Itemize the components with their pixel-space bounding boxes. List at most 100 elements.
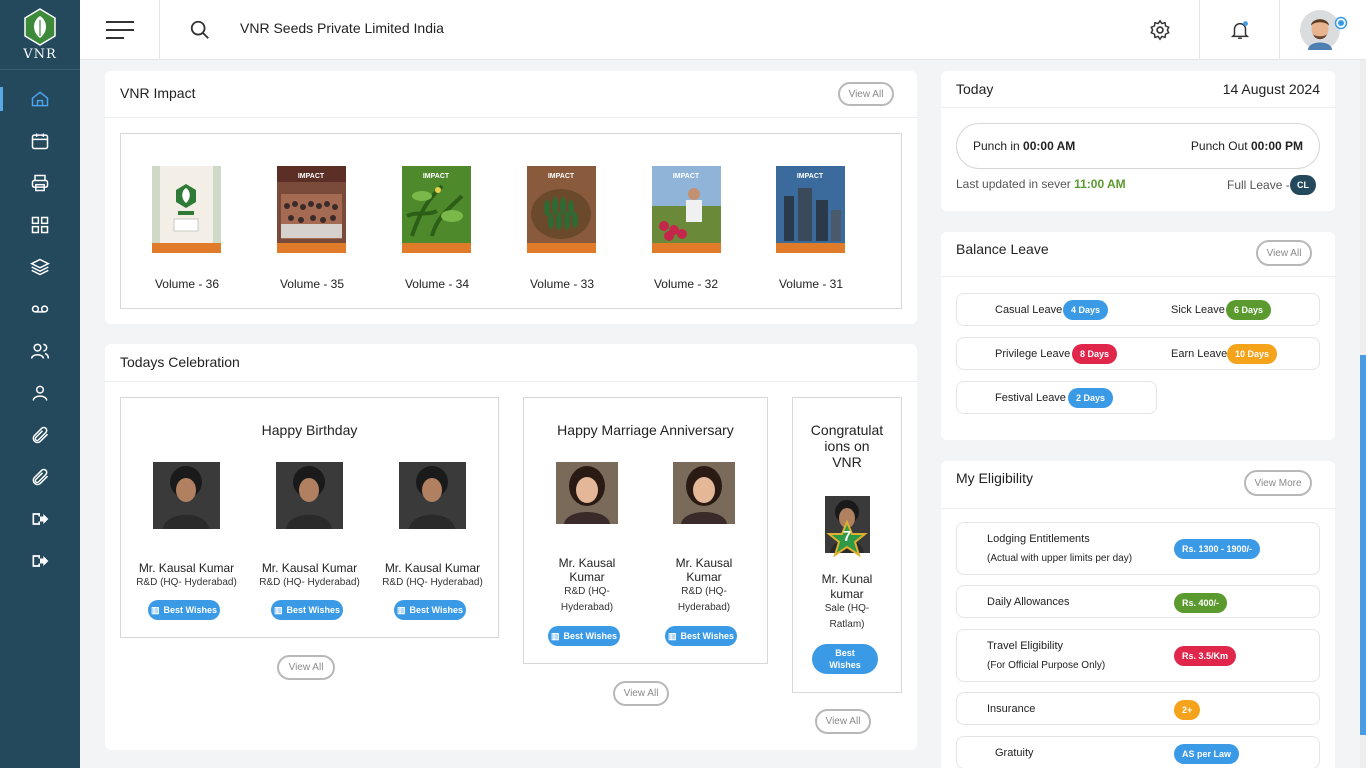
divider <box>105 117 917 118</box>
divider <box>941 107 1335 108</box>
vnr-logo[interactable]: VNR <box>0 0 80 70</box>
today-card: Today 14 August 2024 Punch in 00:00 AM P… <box>941 71 1335 211</box>
button-label: Best Wishes <box>409 605 463 615</box>
search-button[interactable] <box>180 15 220 45</box>
nav-grid[interactable] <box>0 204 80 246</box>
nav-documents[interactable] <box>0 456 80 498</box>
birthday-box: Happy Birthday Mr. Kausal Kumar Mr. Kaus… <box>120 397 499 638</box>
eligibility-view-more-button[interactable]: View More <box>1244 470 1312 496</box>
best-wishes-button[interactable]: ▥ Best Wishes <box>548 626 620 646</box>
settings-button[interactable] <box>1120 0 1200 60</box>
best-wishes-button[interactable]: Best Wishes <box>812 644 878 674</box>
leave-badge: 6 Days <box>1226 300 1272 320</box>
magazine-cover[interactable] <box>152 166 221 253</box>
person-name: Kumar <box>686 570 722 584</box>
eligibility-badge: 2+ <box>1174 700 1201 720</box>
svg-text:IMPACT: IMPACT <box>673 173 700 180</box>
leave-label: Sick Leave <box>1171 304 1225 316</box>
eligibility-label: Gratuity <box>995 747 1034 759</box>
last-updated-label: Last updated in sever <box>956 177 1071 191</box>
person-photo <box>673 462 735 524</box>
nav-users[interactable] <box>0 330 80 372</box>
magazine-cover[interactable]: IMPACT <box>652 166 721 253</box>
nav-profile[interactable] <box>0 372 80 414</box>
paperclip-icon <box>32 468 49 486</box>
page-scrollbar[interactable] <box>1360 60 1366 768</box>
logout-icon <box>32 513 49 525</box>
magazine-cover[interactable]: IMPACT <box>277 166 346 253</box>
congrats-view-all-button[interactable]: View All <box>815 709 871 734</box>
anniversary-box: Happy Marriage Anniversary Mr. Kausal Ku… <box>523 397 768 664</box>
punch-in: Punch in 00:00 AM <box>973 139 1075 153</box>
printer-icon <box>31 174 49 192</box>
voicemail-icon <box>31 305 49 313</box>
person-department: Ratlam) <box>829 619 865 630</box>
magazine-cover[interactable]: IMPACT <box>527 166 596 253</box>
svg-text:IMPACT: IMPACT <box>797 173 824 180</box>
volume-label: Volume - 36 <box>154 277 220 291</box>
user-avatar[interactable] <box>1300 10 1348 50</box>
birthday-view-all-button[interactable]: View All <box>277 655 335 680</box>
person-department: R&D (HQ- Hyderabad) <box>382 577 483 588</box>
nav-layers[interactable] <box>0 246 80 288</box>
punch-out-label: Punch Out <box>1190 139 1248 153</box>
eligibility-row: Daily Allowances Rs. 400/- <box>956 585 1320 618</box>
magazine-cover[interactable]: IMPACT <box>776 166 845 253</box>
eligibility-label: Lodging Entitlements <box>987 533 1090 545</box>
punch-out-time: 00:00 PM <box>1250 139 1303 153</box>
gift-icon: ▥ <box>151 604 160 615</box>
menu-toggle-button[interactable] <box>80 0 160 60</box>
divider <box>941 276 1335 277</box>
person-photo <box>153 462 220 529</box>
nav-print[interactable] <box>0 162 80 204</box>
cover-art: IMPACT <box>527 166 596 253</box>
section-heading: Happy Marriage Anniversary <box>557 422 734 438</box>
eligibility-sub: (For Official Purpose Only) <box>987 660 1106 671</box>
leave-status-badge: CL <box>1290 175 1316 195</box>
best-wishes-button[interactable]: ▥ Best Wishes <box>148 600 220 620</box>
nav-attachments[interactable] <box>0 414 80 456</box>
balance-view-all-button[interactable]: View All <box>1256 240 1312 266</box>
nav-voicemail[interactable] <box>0 288 80 330</box>
volume-label: Volume - 32 <box>653 277 719 291</box>
gift-icon: ▥ <box>397 604 406 615</box>
cover-art <box>152 166 221 253</box>
search-icon <box>190 20 209 39</box>
nav-exit[interactable] <box>0 540 80 582</box>
section-heading: Congratulat <box>810 422 884 438</box>
years-count: 7 <box>842 528 852 545</box>
layers-icon <box>30 258 50 276</box>
person-department: R&D (HQ- <box>681 586 727 597</box>
leave-badge: 8 Days <box>1072 344 1118 364</box>
card-title: Todays Celebration <box>120 354 240 370</box>
congrats-box: Congratulat ions on VNR 7 Mr. Kunal kuma… <box>792 397 902 693</box>
eligibility-badge: Rs. 3.5/Km <box>1174 646 1237 666</box>
home-icon <box>31 91 49 107</box>
nav-logout[interactable] <box>0 498 80 540</box>
volume-label: Volume - 31 <box>778 277 844 291</box>
impact-view-all-button[interactable]: View All <box>838 82 894 106</box>
eligibility-row: Insurance 2+ <box>956 692 1320 725</box>
person-department: Hyderabad) <box>677 602 731 613</box>
anniversary-view-all-button[interactable]: View All <box>613 681 669 706</box>
gift-icon: ▥ <box>668 630 677 641</box>
cover-art: IMPACT <box>776 166 845 253</box>
scrollbar-thumb[interactable] <box>1360 355 1366 735</box>
today-date: 14 August 2024 <box>1222 81 1320 97</box>
paperclip-icon <box>32 426 49 444</box>
leave-row: Festival Leave 2 Days <box>956 381 1157 414</box>
online-status-icon <box>1334 16 1348 30</box>
person-name: Mr. Kausal Kumar <box>261 561 358 575</box>
cover-art: IMPACT <box>402 166 471 253</box>
magazine-cover[interactable]: IMPACT <box>402 166 471 253</box>
nav-calendar[interactable] <box>0 120 80 162</box>
best-wishes-button[interactable]: ▥ Best Wishes <box>271 600 343 620</box>
calendar-icon <box>31 133 49 150</box>
today-label: Today <box>956 81 994 97</box>
nav-home[interactable] <box>0 78 80 120</box>
best-wishes-button[interactable]: ▥ Best Wishes <box>665 626 737 646</box>
notifications-button[interactable] <box>1200 0 1280 60</box>
button-label: Best Wishes <box>680 631 734 641</box>
person-name: Mr. Kunal <box>821 572 873 586</box>
best-wishes-button[interactable]: ▥ Best Wishes <box>394 600 466 620</box>
